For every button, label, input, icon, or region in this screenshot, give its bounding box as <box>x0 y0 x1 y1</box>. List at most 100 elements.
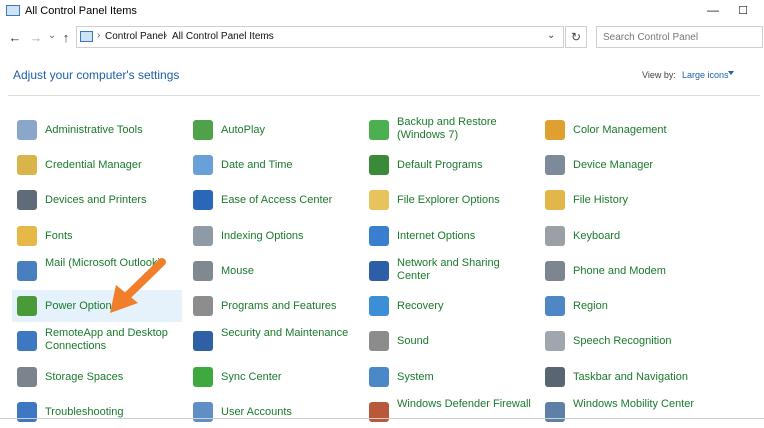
item-label: Phone and Modem <box>573 265 666 277</box>
phone-modem-icon <box>545 261 565 281</box>
item-remoteapp[interactable]: RemoteApp and Desktop Connections <box>12 325 182 357</box>
device-manager-icon <box>545 155 565 175</box>
item-network-sharing[interactable]: Network and Sharing Center <box>364 255 534 287</box>
item-label: Sync Center <box>221 371 282 383</box>
item-default-programs[interactable]: Default Programs <box>364 149 534 181</box>
search-box[interactable] <box>596 26 763 48</box>
item-speech-recognition[interactable]: Speech Recognition <box>540 325 740 357</box>
view-by-dropdown[interactable]: Large icons <box>682 70 729 80</box>
up-button[interactable]: ↑ <box>59 31 73 45</box>
programs-features-icon <box>193 296 213 316</box>
item-devices-printers[interactable]: Devices and Printers <box>12 184 182 216</box>
item-credential-manager[interactable]: Credential Manager <box>12 149 182 181</box>
view-by-label: View by: <box>642 70 676 80</box>
item-label: Credential Manager <box>45 159 142 171</box>
item-security-maintenance[interactable]: Security and Maintenance <box>188 325 358 357</box>
fonts-icon <box>17 226 37 246</box>
default-programs-icon <box>369 155 389 175</box>
indexing-options-icon <box>193 226 213 246</box>
date-time-icon <box>193 155 213 175</box>
item-label: Indexing Options <box>221 230 304 242</box>
address-bar[interactable]: › Control Panel › All Control Panel Item… <box>76 26 564 48</box>
autoplay-icon <box>193 120 213 140</box>
item-backup-restore[interactable]: Backup and Restore (Windows 7) <box>364 114 534 146</box>
item-label: Administrative Tools <box>45 124 143 136</box>
address-control-panel-icon <box>80 31 93 42</box>
mail-icon <box>17 261 37 281</box>
address-dropdown-button[interactable]: ⌄ <box>547 30 555 41</box>
color-management-icon <box>545 120 565 140</box>
item-label: Device Manager <box>573 159 654 171</box>
item-phone-modem[interactable]: Phone and Modem <box>540 255 740 287</box>
item-sync-center[interactable]: Sync Center <box>188 361 358 393</box>
item-user-accounts[interactable]: User Accounts <box>188 396 358 428</box>
item-storage-spaces[interactable]: Storage Spaces <box>12 361 182 393</box>
item-label: Windows Mobility Center <box>573 398 695 410</box>
backup-restore-icon <box>369 120 389 140</box>
item-color-management[interactable]: Color Management <box>540 114 740 146</box>
taskbar-navigation-icon <box>545 367 565 387</box>
maximize-button[interactable]: ☐ <box>736 4 750 18</box>
item-label: Security and Maintenance <box>221 327 349 339</box>
item-recovery[interactable]: Recovery <box>364 290 534 322</box>
item-fonts[interactable]: Fonts <box>12 220 182 252</box>
item-label: RemoteApp and Desktop Connections <box>45 327 168 352</box>
item-label: Ease of Access Center <box>221 194 333 206</box>
refresh-button[interactable]: ↻ <box>565 26 587 48</box>
window-title: All Control Panel Items <box>25 5 137 17</box>
item-firewall[interactable]: Windows Defender Firewall <box>364 396 534 428</box>
divider <box>8 95 760 96</box>
item-device-manager[interactable]: Device Manager <box>540 149 740 181</box>
item-keyboard[interactable]: Keyboard <box>540 220 740 252</box>
item-programs-features[interactable]: Programs and Features <box>188 290 358 322</box>
search-input[interactable] <box>603 32 758 43</box>
item-file-history[interactable]: File History <box>540 184 740 216</box>
breadcrumb-separator: › <box>164 30 168 41</box>
item-troubleshooting[interactable]: Troubleshooting <box>12 396 182 428</box>
system-icon <box>369 367 389 387</box>
storage-spaces-icon <box>17 367 37 387</box>
item-internet-options[interactable]: Internet Options <box>364 220 534 252</box>
item-label: Sound <box>397 335 429 347</box>
item-label: Devices and Printers <box>45 194 147 206</box>
item-label: Color Management <box>573 124 667 136</box>
item-sound[interactable]: Sound <box>364 325 534 357</box>
back-button[interactable]: ← <box>8 31 22 45</box>
item-system[interactable]: System <box>364 361 534 393</box>
item-taskbar-navigation[interactable]: Taskbar and Navigation <box>540 361 740 393</box>
item-indexing-options[interactable]: Indexing Options <box>188 220 358 252</box>
network-sharing-icon <box>369 261 389 281</box>
item-ease-of-access[interactable]: Ease of Access Center <box>188 184 358 216</box>
item-label: Network and Sharing Center <box>397 257 500 282</box>
firewall-icon <box>369 402 389 422</box>
file-explorer-options-icon <box>369 190 389 210</box>
file-history-icon <box>545 190 565 210</box>
ease-of-access-icon <box>193 190 213 210</box>
remoteapp-icon <box>17 331 37 351</box>
item-mobility-center[interactable]: Windows Mobility Center <box>540 396 740 428</box>
item-label: Region <box>573 300 608 312</box>
region-icon <box>545 296 565 316</box>
security-maintenance-icon <box>193 331 213 351</box>
item-label: Fonts <box>45 230 73 242</box>
keyboard-icon <box>545 226 565 246</box>
item-autoplay[interactable]: AutoPlay <box>188 114 358 146</box>
title-bar: All Control Panel Items — ☐ <box>0 0 764 24</box>
annotation-arrow-icon <box>110 258 166 313</box>
troubleshooting-icon <box>17 402 37 422</box>
breadcrumb-control-panel[interactable]: Control Panel <box>105 31 166 42</box>
forward-button[interactable]: → <box>29 31 43 45</box>
item-date-time[interactable]: Date and Time <box>188 149 358 181</box>
breadcrumb-separator: › <box>266 30 270 41</box>
item-mouse[interactable]: Mouse <box>188 255 358 287</box>
item-region[interactable]: Region <box>540 290 740 322</box>
item-file-explorer-options[interactable]: File Explorer Options <box>364 184 534 216</box>
recent-locations-button[interactable]: ⌄ <box>45 29 59 43</box>
item-label: File History <box>573 194 629 206</box>
item-admin-tools[interactable]: Administrative Tools <box>12 114 182 146</box>
breadcrumb-all-items[interactable]: All Control Panel Items <box>172 31 274 42</box>
item-label: Recovery <box>397 300 444 312</box>
minimize-button[interactable]: — <box>703 3 723 19</box>
power-options-icon <box>17 296 37 316</box>
view-by-chevron-icon[interactable] <box>728 71 734 75</box>
